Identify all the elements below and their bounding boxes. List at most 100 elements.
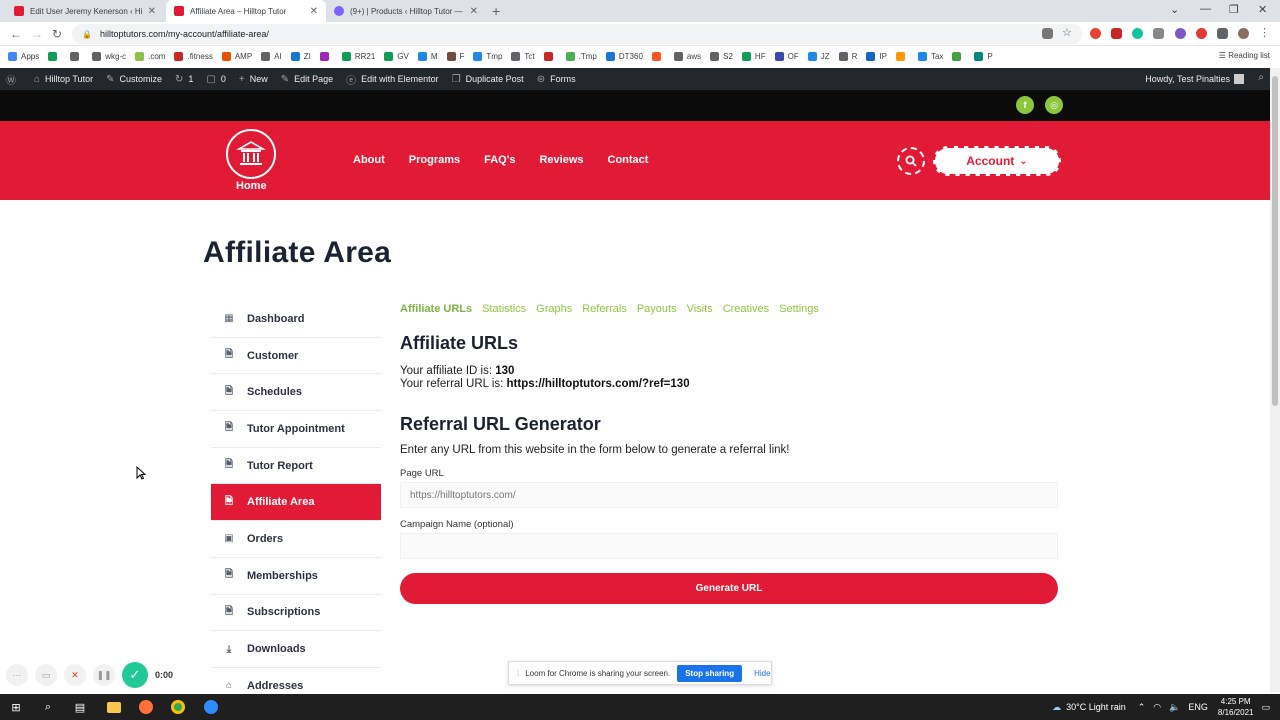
restore-icon[interactable]: ❐ [1229,3,1239,16]
bookmark-item[interactable]: P [974,51,993,61]
wp-admin-item-duplicate[interactable]: ❐ Duplicate Post [452,74,524,85]
wp-admin-item-elementor[interactable]: ⓔ Edit with Elementor [346,72,439,87]
account-button[interactable]: Account ⌄ [933,146,1061,176]
bookmark-item[interactable]: .com [135,51,165,61]
bookmark-item[interactable]: OF [774,51,799,61]
camera-icon[interactable] [1042,28,1053,39]
wp-admin-item-customize[interactable]: ✎ Customize [106,74,162,85]
language-indicator[interactable]: ENG [1188,702,1208,712]
tab-affiliate-urls[interactable]: Affiliate URLs [400,303,472,315]
drag-handle-icon[interactable]: ⁞ [517,669,519,678]
close-window-icon[interactable]: ✕ [1258,3,1267,16]
bookmark-item[interactable]: R [838,51,857,61]
wp-admin-item-comments[interactable]: ▢ 0 [206,74,225,85]
site-search-button[interactable] [897,147,925,175]
chevron-up-icon[interactable]: ⌃ [1138,702,1146,713]
more-icon[interactable]: ··· [6,664,28,686]
bookmark-item[interactable] [48,51,61,61]
wp-admin-item-forms[interactable]: ⊜ Forms [537,74,576,85]
generate-url-button[interactable]: Generate URL [400,573,1058,604]
sidebar-item-tutor-appointment[interactable]: 🗎 Tutor Appointment [211,411,381,448]
close-tab-icon[interactable]: ✕ [470,6,478,17]
wp-admin-item-edit-page[interactable]: ✎ Edit Page [281,74,333,85]
scrollbar-thumb[interactable] [1272,76,1278,406]
profile-avatar[interactable] [1238,28,1249,39]
sidebar-item-affiliate-area[interactable]: 🗎 Affiliate Area [211,484,381,522]
bookmark-item[interactable]: wkg-c [92,51,126,61]
clock[interactable]: 4:25 PM 8/16/2021 [1218,696,1254,718]
bookmark-item[interactable] [895,51,909,61]
sidebar-item-downloads[interactable]: ⤓ Downloads [211,631,381,668]
bookmark-item[interactable]: F [446,51,464,61]
stop-sharing-button[interactable]: Stop sharing [677,664,743,682]
wp-howdy-account[interactable]: Howdy, Test Pinalties [1145,74,1244,84]
home-link[interactable]: Home [236,180,267,192]
nav-item-about[interactable]: About [353,154,385,166]
close-tab-icon[interactable]: ✕ [148,6,156,17]
minimize-icon[interactable]: — [1200,3,1211,15]
bookmark-item[interactable]: GV [384,51,409,61]
instagram-icon[interactable]: ◎ [1045,96,1063,114]
nav-item-faqs[interactable]: FAQ's [484,154,515,166]
network-icon[interactable]: ◠ [1153,702,1161,713]
bookmark-item[interactable]: S2 [710,51,733,61]
windows-start-icon[interactable]: ⊞ [9,700,23,714]
bookmark-item[interactable]: Tax [917,51,943,61]
bookmark-item[interactable]: Tmp [473,51,502,61]
cancel-recording-icon[interactable]: ✕ [64,664,86,686]
address-bar[interactable]: 🔒 hilltoptutors.com/my-account/affiliate… [72,24,1082,44]
firefox-icon[interactable] [139,700,153,714]
bookmark-item[interactable]: Tct [511,51,535,61]
sidebar-item-customer[interactable]: 🗎 Customer [211,338,381,375]
browser-tab[interactable]: (9+) | Products ‹ Hilltop Tutor — ✕ [326,0,486,22]
bookmark-item[interactable]: .Tmp [565,51,597,61]
bookmark-item[interactable]: RR21 [341,51,375,61]
bookmark-item[interactable] [70,51,83,61]
bookmark-item[interactable]: DT360 [605,51,643,61]
bookmark-item[interactable]: .fitness [174,51,213,61]
wp-admin-item-wordpress[interactable]: Ⓦ [6,72,21,87]
tab-search-icon[interactable]: ⌄ [1170,3,1179,16]
sidebar-item-tutor-report[interactable]: 🗎 Tutor Report [211,448,381,485]
pause-icon[interactable]: ❚❚ [93,664,115,686]
tab-visits[interactable]: Visits [687,303,713,315]
referral-url-value[interactable]: https://hilltoptutors.com/?ref=130 [507,378,690,390]
bookmark-item[interactable]: aws [673,51,701,61]
extension-icon[interactable] [1111,28,1122,39]
bookmark-item[interactable]: ZI [290,51,311,61]
nav-item-programs[interactable]: Programs [409,154,460,166]
nav-item-reviews[interactable]: Reviews [539,154,583,166]
star-icon[interactable]: ☆ [1062,26,1073,39]
extension-icon[interactable] [1153,28,1164,39]
bookmark-item[interactable]: AMP [221,51,252,61]
sidebar-item-dashboard[interactable]: ▦ Dashboard [211,301,381,338]
close-tab-icon[interactable]: ✕ [310,6,318,17]
extension-icon[interactable] [1175,28,1186,39]
bookmark-item[interactable]: IP [866,51,887,61]
bookmark-item[interactable]: HF [741,51,766,61]
bookmark-item[interactable]: M [417,51,438,61]
campaign-name-input[interactable] [400,533,1058,559]
chrome-icon[interactable] [171,700,185,714]
tab-creatives[interactable]: Creatives [723,303,769,315]
sidebar-item-schedules[interactable]: 🗎 Schedules [211,374,381,412]
notifications-icon[interactable]: ▭ [1261,702,1270,713]
bookmark-item[interactable] [651,51,665,61]
facebook-icon[interactable]: f [1016,96,1034,114]
sidebar-item-memberships[interactable]: 🗎 Memberships [211,558,381,595]
site-logo[interactable] [226,129,276,179]
reload-icon[interactable]: ↻ [52,27,62,41]
bookmark-item[interactable] [543,51,557,61]
volume-icon[interactable]: 🔈 [1169,702,1180,713]
page-scrollbar[interactable] [1270,68,1280,692]
bookmark-item[interactable]: Apps [8,51,39,61]
puzzle-icon[interactable] [1217,28,1228,39]
browser-tab[interactable]: Edit User Jeremy Kenerson ‹ Hillt ✕ [6,0,164,22]
tab-settings[interactable]: Settings [779,303,819,315]
back-icon[interactable]: ← [10,27,22,41]
page-url-input[interactable]: https://hilltoptutors.com/ [400,482,1058,508]
weather-status[interactable]: 30°C Light rain [1066,702,1126,712]
task-view-icon[interactable]: ▤ [73,700,87,714]
tab-payouts[interactable]: Payouts [637,303,677,315]
search-icon[interactable]: ⌕ [41,700,55,714]
